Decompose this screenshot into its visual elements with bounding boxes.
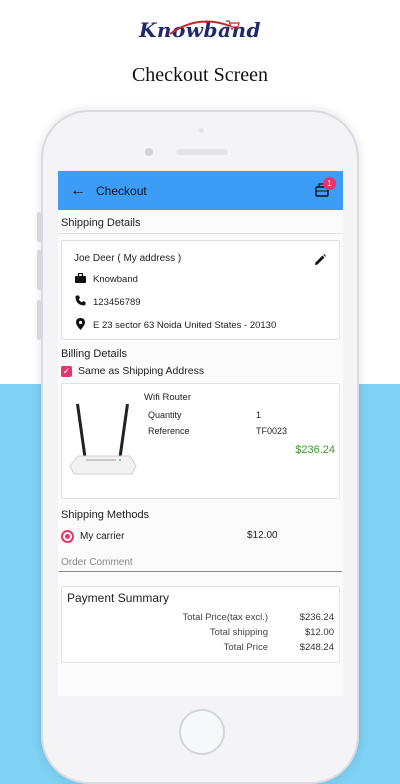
edit-pencil-icon[interactable]: [313, 253, 327, 267]
summary-label: Total Price(tax excl.): [182, 612, 268, 623]
product-name: Wifi Router: [144, 392, 191, 403]
home-button[interactable]: [179, 709, 225, 755]
phone-sensor: [199, 128, 204, 133]
phone-speaker: [176, 149, 228, 155]
phone-camera: [145, 148, 153, 156]
address-location-row: E 23 sector 63 Noida United States - 201…: [74, 318, 327, 333]
same-as-shipping-label: Same as Shipping Address: [78, 365, 205, 377]
product-card: Wifi Router Quantity 1 Reference TF0023 …: [61, 383, 340, 499]
brand-logo: Knowband: [0, 18, 400, 42]
summary-row: Total shipping $12.00: [67, 627, 334, 638]
payment-summary-title: Payment Summary: [67, 591, 170, 605]
product-price: $236.24: [295, 444, 335, 456]
address-company-row: Knowband: [74, 272, 327, 286]
phone-side-button: [37, 300, 41, 340]
phone-icon: [74, 295, 86, 309]
summary-value: $12.00: [304, 627, 334, 638]
reference-value: TF0023: [256, 426, 288, 436]
logo-cart-icon: [226, 20, 240, 30]
carrier-radio[interactable]: [61, 530, 74, 543]
router-image: [69, 403, 137, 475]
briefcase-icon: [74, 272, 86, 286]
address-name: Joe Deer ( My address ): [74, 253, 182, 264]
order-comment-field[interactable]: Order Comment: [59, 557, 342, 572]
summary-value: $236.24: [299, 612, 334, 623]
billing-details-label: Billing Details: [61, 348, 128, 360]
summary-value: $248.24: [299, 642, 334, 653]
reference-label: Reference: [148, 426, 190, 436]
app-screen: ← Checkout 1 Shipping Details Joe Deer (…: [58, 171, 343, 696]
address-phone-row: 123456789: [74, 295, 327, 309]
carrier-name: My carrier: [80, 531, 125, 542]
same-as-shipping-checkbox[interactable]: ✓: [61, 365, 72, 377]
summary-label: Total Price: [223, 642, 268, 653]
phone-side-button: [37, 212, 41, 242]
payment-summary-card: Payment Summary Total Price(tax excl.) $…: [61, 586, 340, 663]
address-line: E 23 sector 63 Noida United States - 201…: [93, 320, 277, 331]
location-pin-icon: [74, 318, 86, 333]
cart-count-badge: 1: [323, 177, 336, 190]
same-as-shipping-row[interactable]: ✓ Same as Shipping Address: [58, 360, 343, 377]
shipping-address-card[interactable]: Joe Deer ( My address ) Knowband 1234567…: [61, 240, 340, 340]
app-bar-title: Checkout: [96, 183, 147, 198]
app-bar: ← Checkout 1: [58, 171, 343, 210]
summary-row: Total Price(tax excl.) $236.24: [67, 612, 334, 623]
shipping-methods-label: Shipping Methods: [61, 509, 150, 521]
summary-label: Total shipping: [209, 627, 268, 638]
page-title: Checkout Screen: [131, 64, 269, 86]
shipping-details-label: Shipping Details: [61, 217, 141, 229]
quantity-label: Quantity: [148, 410, 182, 420]
summary-row: Total Price $248.24: [67, 642, 334, 653]
quantity-value: 1: [256, 410, 262, 420]
address-phone: 123456789: [93, 296, 141, 308]
carrier-price: $12.00: [247, 530, 278, 541]
address-company: Knowband: [93, 274, 138, 285]
phone-side-button: [37, 250, 41, 290]
carrier-option[interactable]: My carrier $12.00: [58, 521, 343, 543]
divider: [58, 233, 343, 234]
back-arrow-icon[interactable]: ←: [70, 182, 86, 200]
